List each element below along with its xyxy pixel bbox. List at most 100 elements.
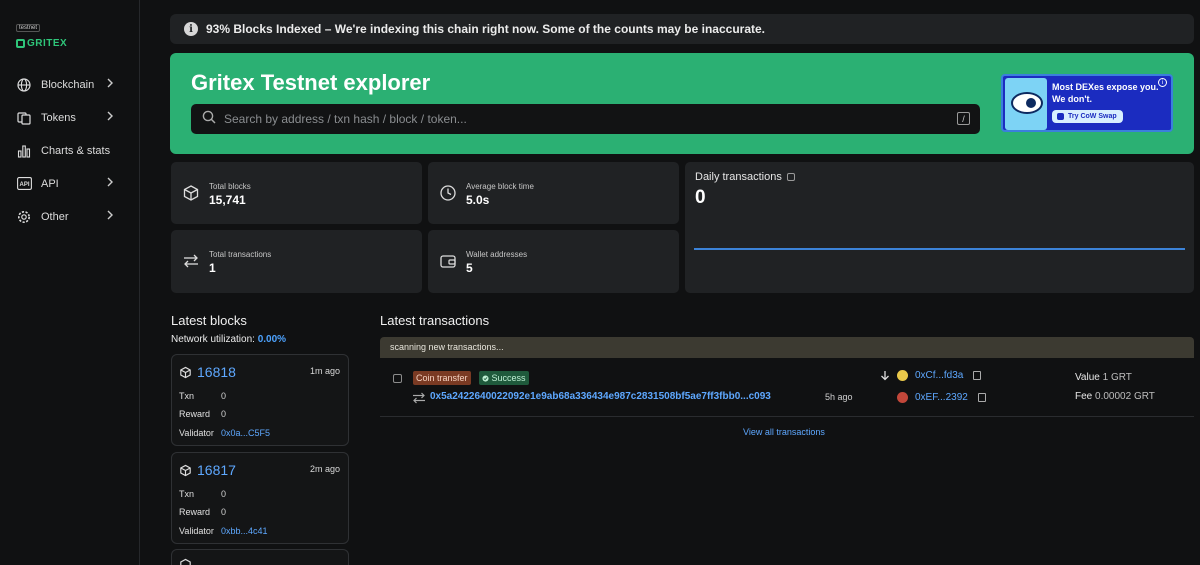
stat-label: Wallet addresses — [466, 250, 528, 259]
page-title: Gritex Testnet explorer — [191, 70, 431, 95]
chevron-right-icon — [106, 111, 114, 124]
search-bar[interactable]: / — [191, 104, 980, 134]
stat-average-block-time: Average block time 5.0s — [428, 162, 679, 224]
copy-icon[interactable] — [978, 393, 986, 402]
latest-transactions-title: Latest transactions — [380, 313, 490, 328]
chevron-right-icon — [106, 210, 114, 223]
nav-item-charts-stats[interactable]: Charts & stats — [0, 134, 140, 167]
reward-value: 0 — [221, 507, 227, 517]
block-card: 16818 1m ago Txn 0 Reward 0 Validator 0x… — [171, 354, 349, 446]
from-avatar — [897, 370, 908, 381]
value-label: Value — [1075, 372, 1100, 383]
cube-icon — [182, 184, 200, 202]
nav-label: Charts & stats — [41, 144, 111, 157]
stat-label: Total blocks — [209, 182, 251, 191]
brand-wordmark: GRITEX — [16, 38, 67, 49]
to-avatar — [897, 392, 908, 403]
cube-icon — [179, 464, 192, 477]
nav-item-other[interactable]: Other — [0, 200, 140, 233]
tokens-icon — [16, 110, 32, 126]
logo[interactable]: testnet GRITEX — [16, 16, 67, 49]
transfer-arrows-icon — [412, 391, 426, 404]
brand-mark-icon — [16, 39, 25, 48]
search-icon — [202, 110, 216, 129]
copy-icon[interactable] — [973, 371, 981, 380]
stat-value: 15,741 — [209, 193, 246, 207]
value-amount: 1 GRT — [1102, 372, 1132, 383]
tx-type-tag: Coin transfer — [413, 371, 471, 385]
brand-name: GRITEX — [27, 38, 68, 49]
ad-banner[interactable]: Most DEXes expose you. We don't. Try CoW… — [1001, 74, 1173, 132]
ad-info-icon[interactable]: i — [1158, 78, 1167, 87]
stat-value: 5 — [466, 261, 473, 275]
tx-status-badge: Success — [479, 371, 529, 385]
utilization-value: 0.00% — [257, 334, 287, 345]
chevron-right-icon — [106, 78, 114, 91]
globe-icon — [16, 77, 32, 93]
stat-value: 1 — [209, 261, 216, 275]
main-nav: Blockchain Tokens Charts & stats API API… — [0, 68, 140, 233]
reward-value: 0 — [221, 409, 227, 419]
notice-text: 93% Blocks Indexed – We're indexing this… — [206, 22, 765, 36]
testnet-badge: testnet — [16, 24, 41, 32]
block-number-link[interactable]: 16817 — [197, 462, 236, 478]
view-all-transactions-link[interactable]: View all transactions — [743, 427, 825, 437]
daily-transactions-card: Daily transactions 0 — [685, 162, 1194, 293]
daily-transactions-line — [694, 248, 1185, 250]
check-circle-icon — [482, 375, 489, 382]
nav-label: Tokens — [41, 111, 76, 124]
search-input[interactable] — [224, 112, 924, 126]
transaction-row: Coin transfer Success 0x5a2422640022092e… — [380, 358, 1194, 417]
stat-total-blocks: Total blocks 15,741 — [171, 162, 422, 224]
ad-headline: Most DEXes expose you. — [1052, 82, 1159, 92]
stat-total-transactions: Total transactions 1 — [171, 230, 422, 293]
cube-icon — [179, 558, 192, 565]
fee-amount: 0.00002 GRT — [1095, 391, 1155, 402]
status-text: Success — [491, 373, 526, 383]
checkbox[interactable] — [393, 374, 402, 383]
stat-value: 5.0s — [466, 193, 490, 207]
svg-text:API: API — [19, 182, 29, 188]
app: testnet GRITEX Blockchain Tokens Charts … — [0, 0, 1200, 565]
eye-icon — [1011, 92, 1043, 114]
pupil — [1026, 98, 1036, 108]
stat-label: Average block time — [466, 182, 534, 191]
sidebar: testnet GRITEX Blockchain Tokens Charts … — [0, 0, 140, 565]
to-address-link[interactable]: 0xEF...2392 — [915, 392, 968, 403]
nav-item-api[interactable]: API API — [0, 167, 140, 200]
block-age: 1m ago — [309, 366, 340, 376]
api-icon: API — [16, 176, 32, 192]
txn-value: 0 — [221, 391, 227, 401]
block-number-link[interactable]: 16818 — [197, 364, 236, 380]
latest-blocks-title: Latest blocks — [171, 313, 247, 328]
nav-item-blockchain[interactable]: Blockchain — [0, 68, 140, 101]
block-card: 16817 2m ago Txn 0 Reward 0 Validator 0x… — [171, 452, 349, 544]
arrow-down-icon — [880, 370, 890, 384]
gear-icon — [16, 209, 32, 225]
daily-title-text: Daily transactions — [695, 171, 782, 183]
nav-item-tokens[interactable]: Tokens — [0, 101, 140, 134]
indexing-notice: i 93% Blocks Indexed – We're indexing th… — [170, 14, 1194, 44]
validator-link[interactable]: 0x0a...C5F5 — [221, 428, 270, 438]
from-address-link[interactable]: 0xCf...fd3a — [915, 370, 963, 381]
fee-label: Fee — [1075, 391, 1093, 402]
block-age: 2m ago — [309, 464, 340, 474]
bar-chart-icon — [16, 143, 32, 159]
nav-label: Blockchain — [41, 78, 95, 91]
nav-label: Other — [41, 210, 69, 223]
clock-icon — [439, 184, 457, 202]
reward-label: Reward — [179, 409, 211, 419]
validator-link[interactable]: 0xbb...4c41 — [221, 526, 268, 536]
ad-illustration — [1005, 78, 1047, 130]
validator-label: Validator — [179, 526, 214, 536]
txn-label: Txn — [179, 489, 195, 499]
wallet-icon — [439, 252, 457, 270]
tx-age: 5h ago — [825, 392, 853, 402]
tx-hash-link[interactable]: 0x5a2422640022092e1e9ab68a336434e987c283… — [430, 391, 771, 402]
ad-cta-button[interactable]: Try CoW Swap — [1052, 110, 1123, 123]
info-square-icon[interactable] — [786, 173, 795, 182]
hero-banner: Gritex Testnet explorer / Most DEXes exp… — [170, 53, 1194, 154]
block-card-partial — [171, 549, 349, 565]
txn-value: 0 — [221, 489, 227, 499]
chevron-right-icon — [106, 177, 114, 190]
